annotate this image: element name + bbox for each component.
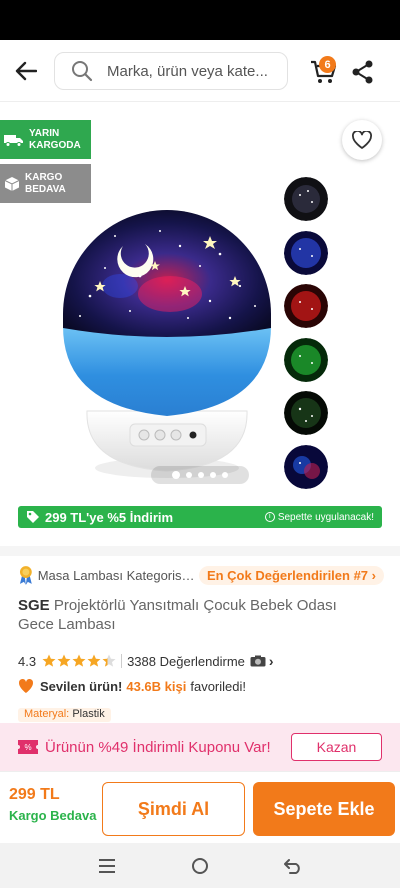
info-icon: i [264, 512, 275, 522]
category-text: Masa Lambası Kategorisinde [37, 567, 195, 583]
heart-outline-icon [352, 131, 372, 149]
shipping-label: Kargo Bedava [9, 808, 97, 823]
category-rank-row[interactable]: Masa Lambası Kategorisinde En Çok Değerl… [18, 565, 384, 585]
coupon-bar: % Ürünün %49 İndirimli Kuponu Var! Kazan [0, 723, 400, 771]
price-box: 299 TL Kargo Bedava [9, 786, 96, 823]
favorite-count: 43.6B kişi [126, 678, 187, 694]
pager-dot [210, 472, 216, 478]
thumbnail-5[interactable] [284, 391, 328, 435]
coupon-icon: % [18, 740, 38, 754]
discount-text: 299 TL'ye %5 İndirim [45, 509, 174, 525]
free-shipping-badge: KARGO BEDAVA [0, 164, 91, 203]
product-title: SGE Projektörlü Yansıtmalı Çocuk Bebek O… [18, 596, 368, 634]
thumbnail-1[interactable] [284, 177, 328, 221]
arrow-left-icon [15, 61, 37, 81]
chevron-right-icon: › [268, 653, 274, 669]
pager-dot [172, 471, 180, 479]
status-bar [0, 0, 400, 40]
price: 299 TL [9, 786, 60, 803]
star-icon [87, 654, 101, 667]
search-icon [72, 61, 93, 82]
discount-note: Sepette uygulanacak! [277, 511, 374, 523]
medal-icon [19, 566, 32, 585]
brand-name[interactable]: SGE [18, 597, 50, 614]
fast-delivery-badge: YARIN KARGODA [0, 120, 91, 159]
pager-dot [198, 472, 204, 478]
star-icon [72, 654, 86, 667]
share-icon[interactable] [350, 59, 376, 85]
thumbnail-strip [284, 177, 330, 498]
heart-filled-icon [18, 678, 34, 693]
system-nav-bar [0, 843, 400, 888]
favorites-row: Sevilen ürün! 43.6B kişi favoriledi! [18, 677, 246, 695]
box-icon [4, 176, 20, 191]
menu-icon[interactable] [94, 853, 120, 879]
coupon-text: Ürünün %49 İndirimli Kuponu Var! [45, 738, 271, 756]
thumbnail-4[interactable] [284, 337, 328, 382]
pager-dot [222, 472, 228, 478]
product-image[interactable] [60, 206, 275, 481]
camera-icon [250, 655, 266, 667]
discount-promo-strip[interactable]: 299 TL'ye %5 İndirim i Sepette uygulanac… [18, 506, 382, 528]
top-bar: Marka, ürün veya kate... 6 [0, 40, 400, 102]
thumbnail-3[interactable] [284, 284, 328, 328]
favorite-button[interactable] [342, 120, 382, 160]
buy-now-button[interactable]: Şimdi Al [102, 782, 245, 836]
svg-text:%: % [24, 743, 31, 752]
add-to-cart-button[interactable]: Sepete Ekle [253, 782, 395, 836]
loved-label: Sevilen ürün! [40, 678, 123, 694]
back-button[interactable] [12, 57, 40, 85]
review-count: 3388 Değerlendirme [127, 653, 245, 669]
thumbnail-6[interactable] [284, 444, 328, 489]
coupon-claim-button[interactable]: Kazan [291, 733, 382, 761]
rating-separator [121, 654, 123, 668]
section-divider [0, 546, 400, 556]
thumbnail-2[interactable] [284, 230, 328, 275]
tag-icon [27, 511, 39, 523]
product-name: Projektörlü Yansıtmalı Çocuk Bebek Odası… [18, 597, 337, 633]
rating-row[interactable]: 4.3 3388 Değerlendirme › [18, 652, 274, 670]
rating-value: 4.3 [18, 653, 37, 669]
rank-pill[interactable]: En Çok Değerlendirilen #7 › [198, 565, 384, 585]
rating-stars [42, 654, 117, 668]
search-placeholder: Marka, ürün veya kate... [107, 62, 268, 80]
cart-count-badge: 6 [319, 56, 336, 73]
back-return-icon[interactable] [280, 853, 306, 879]
star-icon [57, 654, 71, 667]
favorite-tail: favoriledi! [190, 678, 246, 694]
image-pager [151, 466, 249, 484]
product-gallery[interactable]: YARIN KARGODA KARGO BEDAVA [0, 103, 400, 503]
purchase-bar: 299 TL Kargo Bedava Şimdi Al Sepete Ekle [0, 771, 400, 843]
star-half-icon [102, 654, 116, 667]
material-chip: Materyal: Plastik [18, 708, 111, 722]
pager-dot [186, 472, 192, 478]
truck-icon [4, 134, 23, 147]
home-circle-icon[interactable] [187, 853, 213, 879]
search-input[interactable]: Marka, ürün veya kate... [54, 52, 288, 90]
star-icon [42, 654, 56, 667]
